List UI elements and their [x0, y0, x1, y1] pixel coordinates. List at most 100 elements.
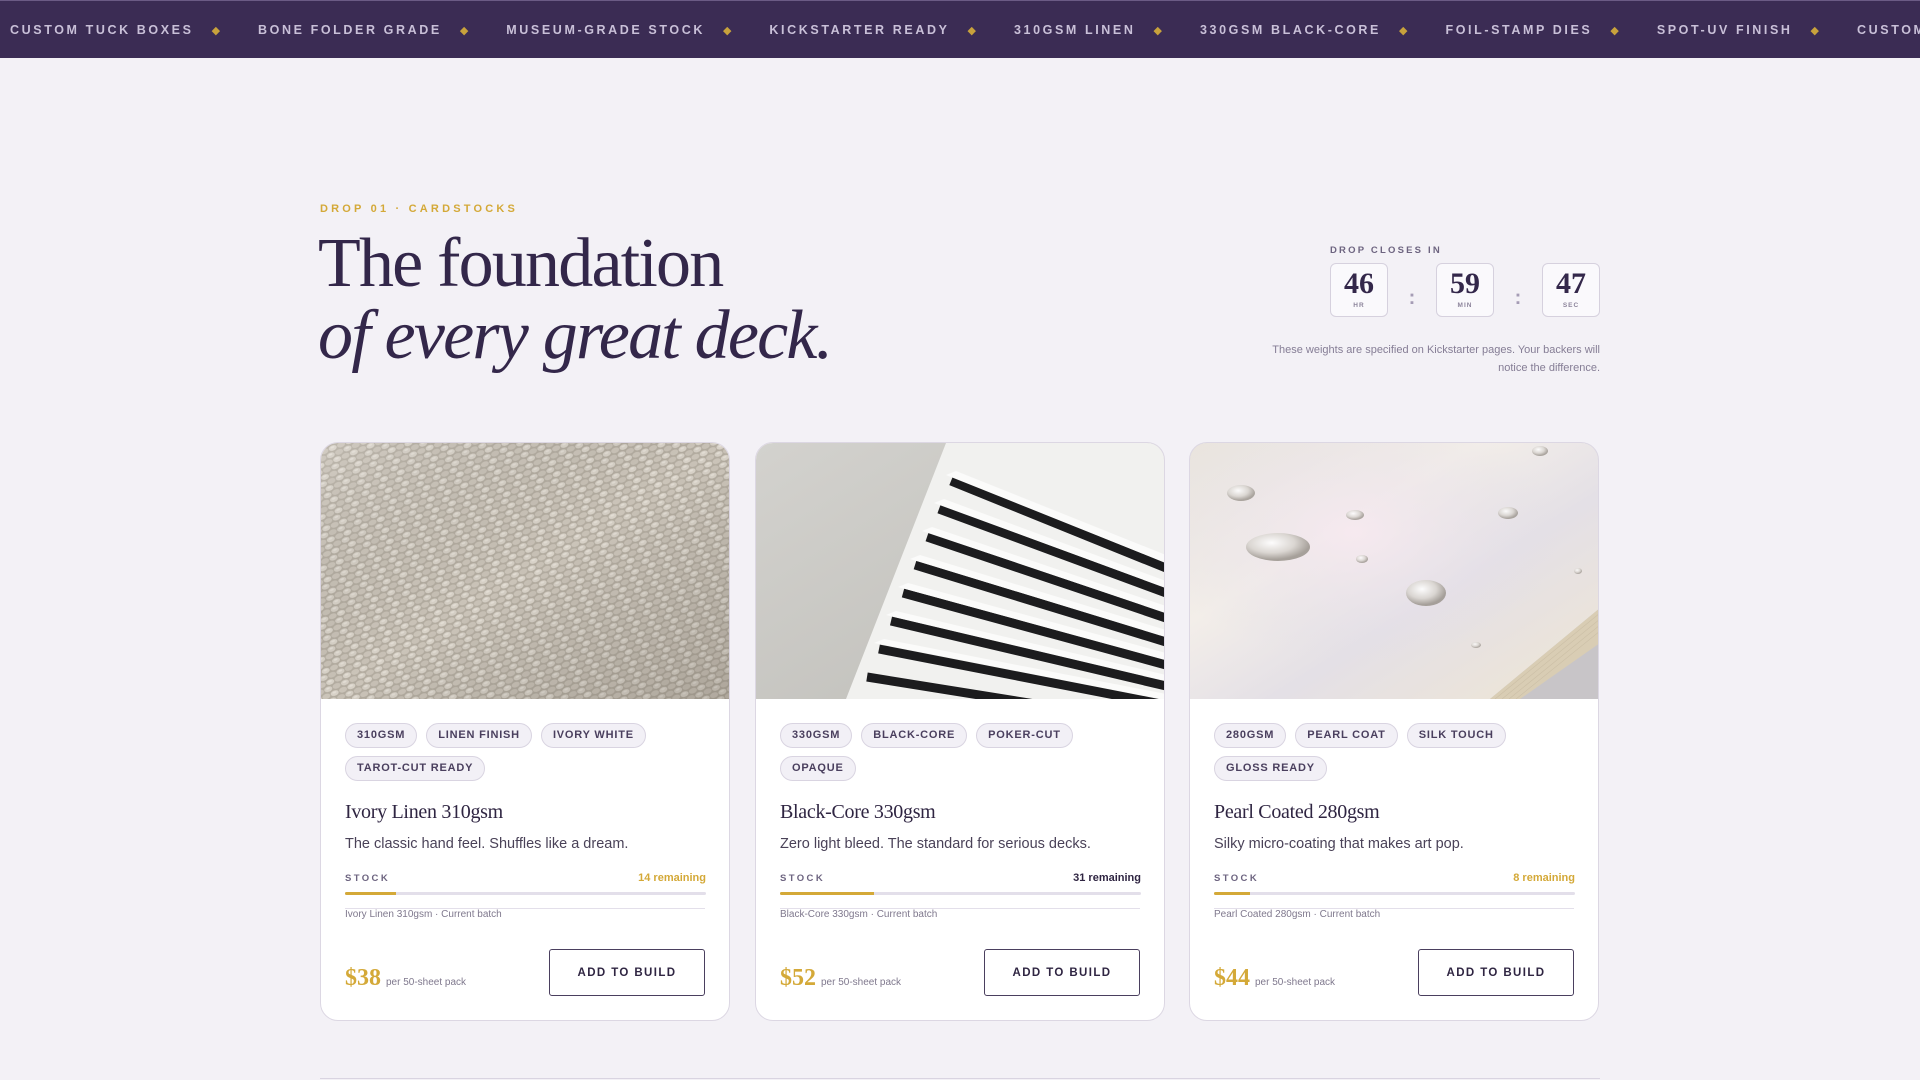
stock-label: STOCK — [780, 872, 826, 884]
seconds-unit: SEC — [1562, 302, 1580, 309]
countdown-minutes: 59 MIN — [1436, 263, 1494, 317]
tag: BLACK-CORE — [861, 723, 968, 748]
pearl-droplets-image — [1190, 443, 1598, 699]
ticker-label: BONE FOLDER GRADE — [258, 23, 442, 37]
diamond-icon: ◆ — [1153, 24, 1162, 37]
add-to-build-button[interactable]: ADD TO BUILD — [549, 949, 705, 996]
stock-remaining: 8 remaining — [1513, 872, 1575, 884]
ticker-label: SPOT-UV FINISH — [1656, 23, 1793, 37]
stock-label: STOCK — [1214, 872, 1260, 884]
stock-bar — [345, 892, 706, 895]
ticker-item: FOIL-STAMP DIES ◆ — [1445, 23, 1656, 37]
headline-line-1: The foundation — [318, 225, 724, 302]
product-title: Ivory Linen 310gsm — [345, 801, 503, 823]
price: $38 per 50-sheet pack — [345, 965, 466, 996]
product-card: 330GSM BLACK-CORE POKER-CUT OPAQUE Black… — [755, 442, 1165, 1021]
hours-unit: HR — [1353, 302, 1365, 309]
tag-list: 280GSM PEARL COAT SILK TOUCH GLOSS READY — [1214, 723, 1575, 781]
ticker-label: CUSTOM TUCK BOXES — [1857, 23, 1920, 37]
product-description: Silky micro-coating that makes art pop. — [1214, 836, 1464, 852]
countdown-seconds: 47 SEC — [1542, 263, 1600, 317]
tag: OPAQUE — [780, 756, 856, 781]
stock-row: STOCK 8 remaining — [1214, 872, 1575, 884]
tag: 330GSM — [780, 723, 853, 748]
countdown-separator: : — [1408, 286, 1416, 309]
price-unit: per 50-sheet pack — [1255, 977, 1336, 988]
stock-bar — [1214, 892, 1575, 895]
tag-list: 330GSM BLACK-CORE POKER-CUT OPAQUE — [780, 723, 1141, 781]
add-to-build-button[interactable]: ADD TO BUILD — [1418, 949, 1574, 996]
diamond-icon: ◆ — [1610, 24, 1619, 37]
black-core-fan-image — [756, 443, 1164, 699]
stock-remaining: 31 remaining — [1073, 872, 1141, 884]
stock-bar-fill — [345, 892, 396, 895]
ticker-label: 330GSM BLACK-CORE — [1199, 23, 1381, 37]
ticker-banner: CUSTOM TUCK BOXES ◆ BONE FOLDER GRADE ◆ MU… — [0, 0, 1920, 58]
product-title: Black-Core 330gsm — [780, 801, 936, 823]
price-value: $44 — [1214, 965, 1250, 991]
stock-bar-fill — [1214, 892, 1251, 895]
diamond-icon: ◆ — [459, 24, 469, 37]
tag: SILK TOUCH — [1406, 723, 1506, 748]
stock-bar-fill — [780, 892, 874, 895]
tag-list: 310GSM LINEN FINISH IVORY WHITE TAROT-CU… — [345, 723, 706, 781]
stock-label: STOCK — [345, 872, 391, 884]
add-to-build-button[interactable]: ADD TO BUILD — [984, 949, 1140, 996]
ticker-item: KICKSTARTER READY ◆ — [769, 23, 1014, 37]
ticker-label: MUSEUM-GRADE STOCK — [506, 23, 705, 37]
countdown-hours: 46 HR — [1330, 263, 1388, 317]
price-value: $38 — [345, 965, 381, 991]
ticker-label: KICKSTARTER READY — [769, 23, 950, 37]
ticker-label: CUSTOM TUCK BOXES — [10, 23, 194, 37]
card-body: 310GSM LINEN FINISH IVORY WHITE TAROT-CU… — [345, 723, 706, 920]
countdown-note: These weights are specified on Kickstart… — [1272, 344, 1600, 374]
product-card: 310GSM LINEN FINISH IVORY WHITE TAROT-CU… — [320, 442, 730, 1021]
tag: GLOSS READY — [1214, 756, 1327, 781]
tag: 280GSM — [1214, 723, 1287, 748]
countdown-row: 46 HR : 59 MIN : 47 SEC — [1330, 263, 1600, 317]
stock-remaining: 14 remaining — [638, 872, 706, 884]
ticker-item: 330GSM BLACK-CORE ◆ — [1200, 23, 1446, 37]
minutes-value: 59 — [1450, 267, 1480, 300]
ticker-item: BONE FOLDER GRADE ◆ — [258, 23, 506, 37]
countdown-label: DROP CLOSES IN — [1330, 245, 1442, 256]
section-divider — [320, 1078, 1600, 1079]
minutes-unit: MIN — [1457, 302, 1473, 309]
tag: PEARL COAT — [1295, 723, 1398, 748]
diamond-icon: ◆ — [722, 24, 732, 37]
card-footer: $38 per 50-sheet pack ADD TO BUILD — [345, 908, 705, 996]
countdown-timer: DROP CLOSES IN 46 HR : 59 MIN : 47 SEC — [1330, 245, 1600, 317]
tag: TAROT-CUT READY — [345, 756, 486, 781]
diamond-icon: ◆ — [967, 24, 976, 37]
product-description: The classic hand feel. Shuffles like a d… — [345, 836, 629, 852]
ticker-label: FOIL-STAMP DIES — [1445, 23, 1593, 37]
tag: 310GSM — [345, 723, 418, 748]
headline-line-2: of every great deck. — [318, 297, 833, 374]
price-value: $52 — [780, 965, 816, 991]
tag: POKER-CUT — [976, 723, 1073, 748]
stock-bar — [780, 892, 1141, 895]
tag: LINEN FINISH — [426, 723, 532, 748]
price-unit: per 50-sheet pack — [821, 977, 902, 988]
card-body: 280GSM PEARL COAT SILK TOUCH GLOSS READY… — [1214, 723, 1575, 920]
page-title: The foundation of every great deck. — [318, 225, 833, 374]
product-description: Zero light bleed. The standard for serio… — [780, 836, 1091, 852]
countdown-separator: : — [1514, 286, 1522, 309]
diamond-icon: ◆ — [1399, 24, 1408, 37]
section-eyebrow: DROP 01 · CARDSTOCKS — [320, 203, 519, 215]
card-body: 330GSM BLACK-CORE POKER-CUT OPAQUE Black… — [780, 723, 1141, 920]
ticker-item: SPOT-UV FINISH ◆ — [1657, 23, 1857, 37]
diamond-icon: ◆ — [1810, 24, 1819, 37]
linen-texture-image — [321, 443, 729, 699]
ticker-item: CUSTOM TUCK BOXES — [1857, 23, 1920, 37]
ticker-item: 310GSM LINEN ◆ — [1014, 23, 1200, 37]
ticker-track: CUSTOM TUCK BOXES ◆ BONE FOLDER GRADE ◆ MU… — [10, 1, 1920, 58]
product-title: Pearl Coated 280gsm — [1214, 801, 1380, 823]
tag: IVORY WHITE — [540, 723, 646, 748]
card-footer: $52 per 50-sheet pack ADD TO BUILD — [780, 908, 1140, 996]
diamond-icon: ◆ — [211, 24, 221, 37]
product-card: 280GSM PEARL COAT SILK TOUCH GLOSS READY… — [1189, 442, 1599, 1021]
ticker-item: MUSEUM-GRADE STOCK ◆ — [506, 23, 769, 37]
price-unit: per 50-sheet pack — [386, 977, 467, 988]
price: $52 per 50-sheet pack — [780, 965, 901, 996]
